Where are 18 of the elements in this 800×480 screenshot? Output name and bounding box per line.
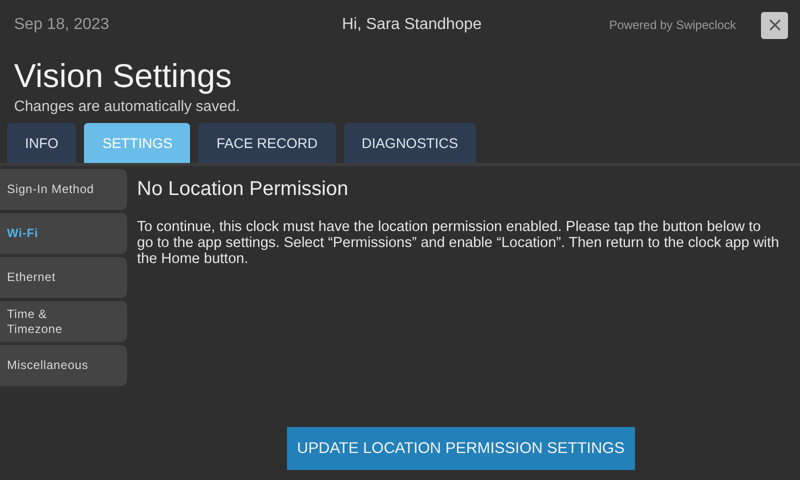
tab[interactable]: DIAGNOSTICS — [344, 123, 476, 163]
powered-by-text: Powered by Swipeclock — [609, 18, 736, 32]
tab[interactable]: INFO — [7, 123, 76, 163]
sidebar-item[interactable]: Time & Timezone — [0, 301, 127, 342]
close-button[interactable] — [761, 12, 788, 38]
close-icon — [768, 19, 780, 31]
page-title: Vision Settings — [14, 56, 233, 96]
sidebar-item[interactable]: Sign-In Method — [0, 169, 127, 210]
greeting-text: Hi, Sara Standhope — [341, 16, 483, 34]
sidebar-item[interactable]: Wi-Fi — [0, 213, 127, 254]
message-text: To continue, this clock must have the location permission enabled. Please tap the button below to go to the app settings. Select “Permissions” and enable “Location”. Then return to the clock app with the Home button. — [137, 219, 780, 267]
update-settings-button[interactable]: UPDATE LOCATION PERMISSION SETTINGS — [287, 427, 635, 470]
date-text: Sep 18, 2023 — [14, 16, 110, 34]
content-heading: No Location Permission — [137, 178, 350, 201]
sidebar-item[interactable]: Ethernet — [0, 257, 127, 298]
tab[interactable]: FACE RECORD — [198, 123, 336, 163]
sidebar-item[interactable]: Miscellaneous — [0, 345, 127, 386]
subtitle-text: Changes are automatically saved. — [14, 97, 241, 117]
